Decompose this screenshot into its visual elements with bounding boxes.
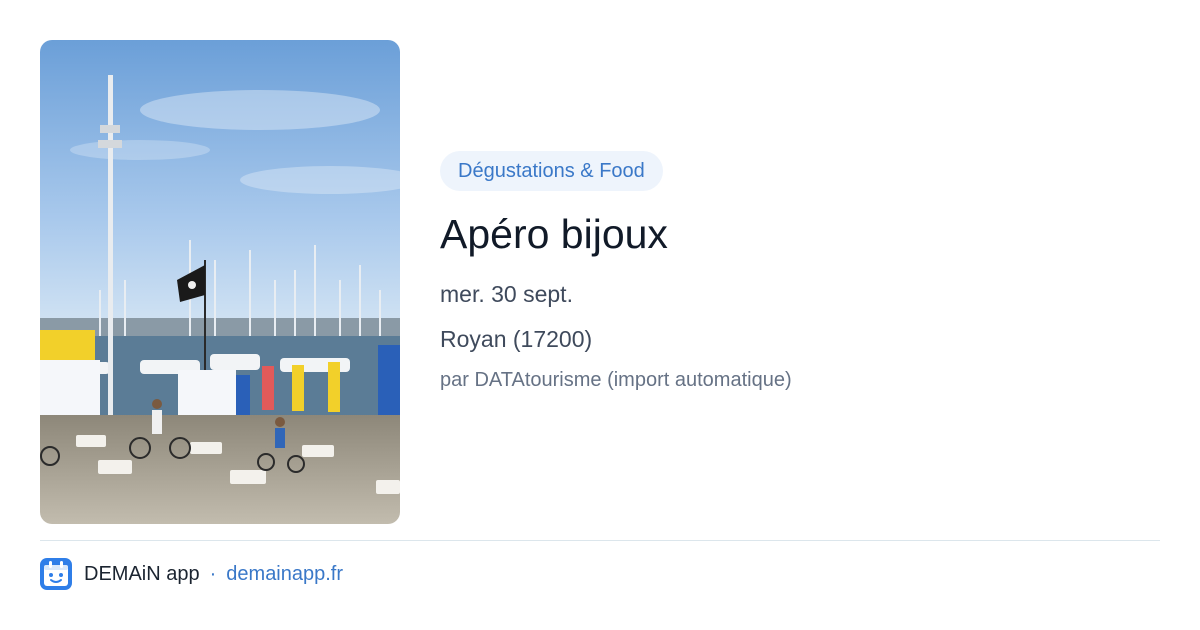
app-name: DEMAiN app [84,562,200,585]
footer-separator: · [209,562,217,585]
event-info: Dégustations & Food Apéro bijoux mer. 30… [440,151,1160,394]
event-date: mer. 30 sept. [440,281,573,307]
event-source: par DATAtourisme (import automatique) [440,369,792,391]
category-badge[interactable]: Dégustations & Food [440,151,663,191]
app-domain-link[interactable]: demainapp.fr [226,563,343,586]
footer: DEMAiN app · demainapp.fr [40,558,343,590]
harbor-photo [40,40,400,524]
event-location: Royan (17200) [440,326,593,352]
event-title: Apéro bijoux [440,211,668,257]
demain-app-logo-icon [40,558,72,590]
footer-divider [40,540,1160,541]
event-image [40,40,400,524]
